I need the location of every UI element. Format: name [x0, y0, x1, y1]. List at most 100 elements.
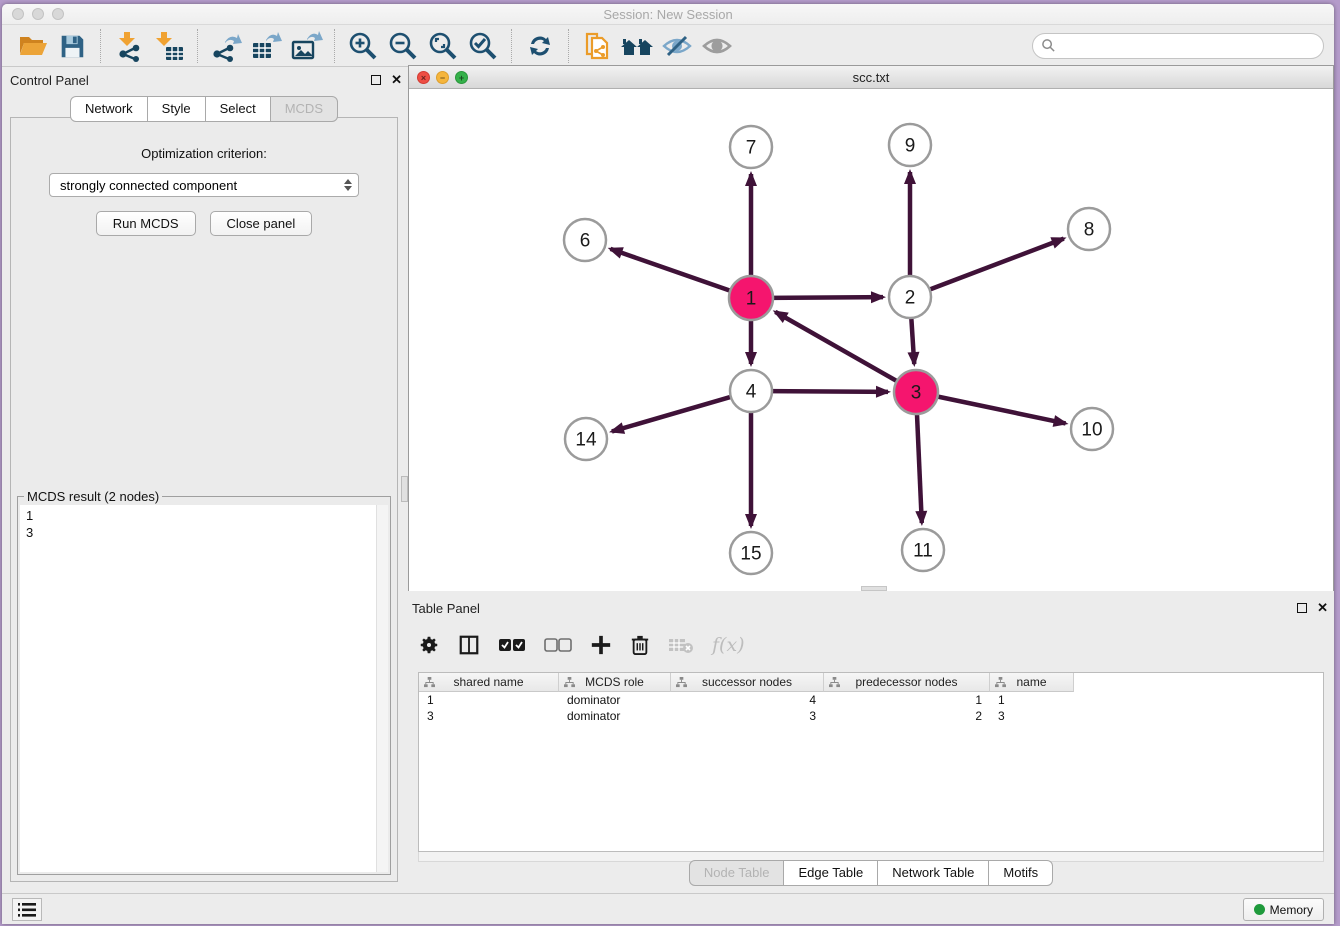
graph-edge-4-3[interactable]	[770, 391, 888, 392]
control-panel-title: Control Panel	[10, 73, 89, 88]
graph-edge-1-2[interactable]	[771, 297, 883, 298]
graph-node-7[interactable]: 7	[730, 126, 772, 168]
zoom-fit-icon[interactable]	[423, 28, 463, 64]
search-field	[1032, 33, 1324, 59]
zoom-out-icon[interactable]	[383, 28, 423, 64]
task-history-button[interactable]	[12, 898, 42, 921]
table-cell[interactable]: dominator	[559, 708, 671, 724]
tab-motifs[interactable]: Motifs	[989, 860, 1053, 886]
column-header-shared-name[interactable]: shared name	[419, 673, 559, 692]
tab-select[interactable]: Select	[206, 96, 271, 122]
table-row[interactable]: 3dominator323	[419, 708, 1323, 724]
result-scrollbar[interactable]	[376, 505, 388, 872]
tab-node-table[interactable]: Node Table	[689, 860, 785, 886]
hide-selected-icon[interactable]	[657, 28, 697, 64]
mcds-result-text[interactable]: 1 3	[20, 505, 388, 872]
vertical-splitter-handle[interactable]	[401, 476, 408, 502]
export-table-icon[interactable]	[246, 28, 286, 64]
tab-mcds[interactable]: MCDS	[271, 96, 338, 122]
horizontal-splitter-handle[interactable]	[861, 586, 887, 591]
toolbar-separator	[511, 29, 512, 63]
open-session-icon[interactable]	[12, 28, 52, 64]
table-cell[interactable]: 3	[419, 708, 559, 724]
graph-edge-2-8[interactable]	[928, 239, 1064, 291]
graph-edge-4-14[interactable]	[612, 396, 733, 431]
show-all-icon[interactable]	[697, 28, 737, 64]
graph-edge-1-6[interactable]	[610, 249, 732, 291]
criterion-select[interactable]: strongly connected component	[49, 173, 359, 197]
delete-table-icon[interactable]	[668, 630, 694, 660]
graph-node-9[interactable]: 9	[889, 124, 931, 166]
select-all-checks-icon[interactable]	[498, 630, 526, 660]
network-window-titlebar: × − + scc.txt	[409, 66, 1333, 89]
import-table-icon[interactable]	[149, 28, 189, 64]
network-canvas[interactable]: 7 9 6 8 1 2 4 3 14 10 15 11	[409, 90, 1333, 591]
export-image-icon[interactable]	[286, 28, 326, 64]
table-cell[interactable]: 4	[671, 692, 824, 708]
tab-edge-table[interactable]: Edge Table	[784, 860, 878, 886]
table-body: 1dominator4113dominator323	[419, 692, 1323, 724]
float-panel-icon[interactable]	[371, 75, 381, 85]
memory-button[interactable]: Memory	[1243, 898, 1324, 921]
svg-text:10: 10	[1081, 420, 1102, 441]
mcds-result-group: MCDS result (2 nodes) 1 3	[17, 496, 391, 875]
graph-node-6[interactable]: 6	[564, 219, 606, 261]
table-panel-title: Table Panel	[412, 601, 480, 616]
tab-network-table[interactable]: Network Table	[878, 860, 989, 886]
settings-gear-icon[interactable]	[418, 630, 440, 660]
search-input[interactable]	[1056, 36, 1323, 56]
table-cell[interactable]: dominator	[559, 692, 671, 708]
column-header-mcds-role[interactable]: MCDS role	[559, 673, 671, 692]
column-header-name[interactable]: name	[990, 673, 1074, 692]
graph-node-15[interactable]: 15	[730, 532, 772, 574]
add-column-icon[interactable]	[590, 630, 612, 660]
graph-node-10[interactable]: 10	[1071, 408, 1113, 450]
table-cell[interactable]: 1	[990, 692, 1074, 708]
graph-edge-3-11[interactable]	[917, 412, 922, 523]
graph-node-3[interactable]: 3	[894, 370, 938, 414]
graph-node-11[interactable]: 11	[902, 529, 944, 571]
export-network-icon[interactable]	[206, 28, 246, 64]
close-table-panel-icon[interactable]: ✕	[1317, 600, 1328, 616]
graph-node-2[interactable]: 2	[889, 276, 931, 318]
table-cell[interactable]: 3	[990, 708, 1074, 724]
float-table-panel-icon[interactable]	[1297, 603, 1307, 613]
toolbar-separator	[197, 29, 198, 63]
delete-column-trash-icon[interactable]	[630, 630, 650, 660]
memory-label: Memory	[1270, 903, 1313, 917]
graph-edge-3-10[interactable]	[936, 396, 1066, 423]
graph-edge-3-1[interactable]	[775, 312, 898, 382]
close-panel-icon[interactable]: ✕	[391, 72, 402, 88]
zoom-selected-icon[interactable]	[463, 28, 503, 64]
table-cell[interactable]: 1	[419, 692, 559, 708]
save-session-icon[interactable]	[52, 28, 92, 64]
graph-edge-2-3[interactable]	[911, 316, 914, 364]
toolbar-separator	[334, 29, 335, 63]
first-neighbors-icon[interactable]	[617, 28, 657, 64]
function-builder-icon[interactable]: f(x)	[712, 630, 745, 660]
table-cell[interactable]: 3	[671, 708, 824, 724]
split-columns-icon[interactable]	[458, 630, 480, 660]
toolbar-separator	[100, 29, 101, 63]
svg-text:3: 3	[911, 383, 922, 404]
tab-network[interactable]: Network	[70, 96, 148, 122]
graph-node-1[interactable]: 1	[729, 276, 773, 320]
clone-network-icon[interactable]	[577, 28, 617, 64]
table-row[interactable]: 1dominator411	[419, 692, 1323, 708]
svg-text:6: 6	[580, 231, 591, 252]
zoom-in-icon[interactable]	[343, 28, 383, 64]
table-cell[interactable]: 2	[824, 708, 990, 724]
run-mcds-button[interactable]: Run MCDS	[96, 211, 196, 236]
column-header-successor-nodes[interactable]: successor nodes	[671, 673, 824, 692]
deselect-all-checks-icon[interactable]	[544, 630, 572, 660]
refresh-view-icon[interactable]	[520, 28, 560, 64]
mcds-result-title: MCDS result (2 nodes)	[24, 489, 162, 504]
tab-style[interactable]: Style	[148, 96, 206, 122]
column-header-predecessor-nodes[interactable]: predecessor nodes	[824, 673, 990, 692]
graph-node-4[interactable]: 4	[730, 370, 772, 412]
graph-node-14[interactable]: 14	[565, 418, 607, 460]
import-network-icon[interactable]	[109, 28, 149, 64]
table-cell[interactable]: 1	[824, 692, 990, 708]
graph-node-8[interactable]: 8	[1068, 208, 1110, 250]
close-panel-button[interactable]: Close panel	[210, 211, 313, 236]
